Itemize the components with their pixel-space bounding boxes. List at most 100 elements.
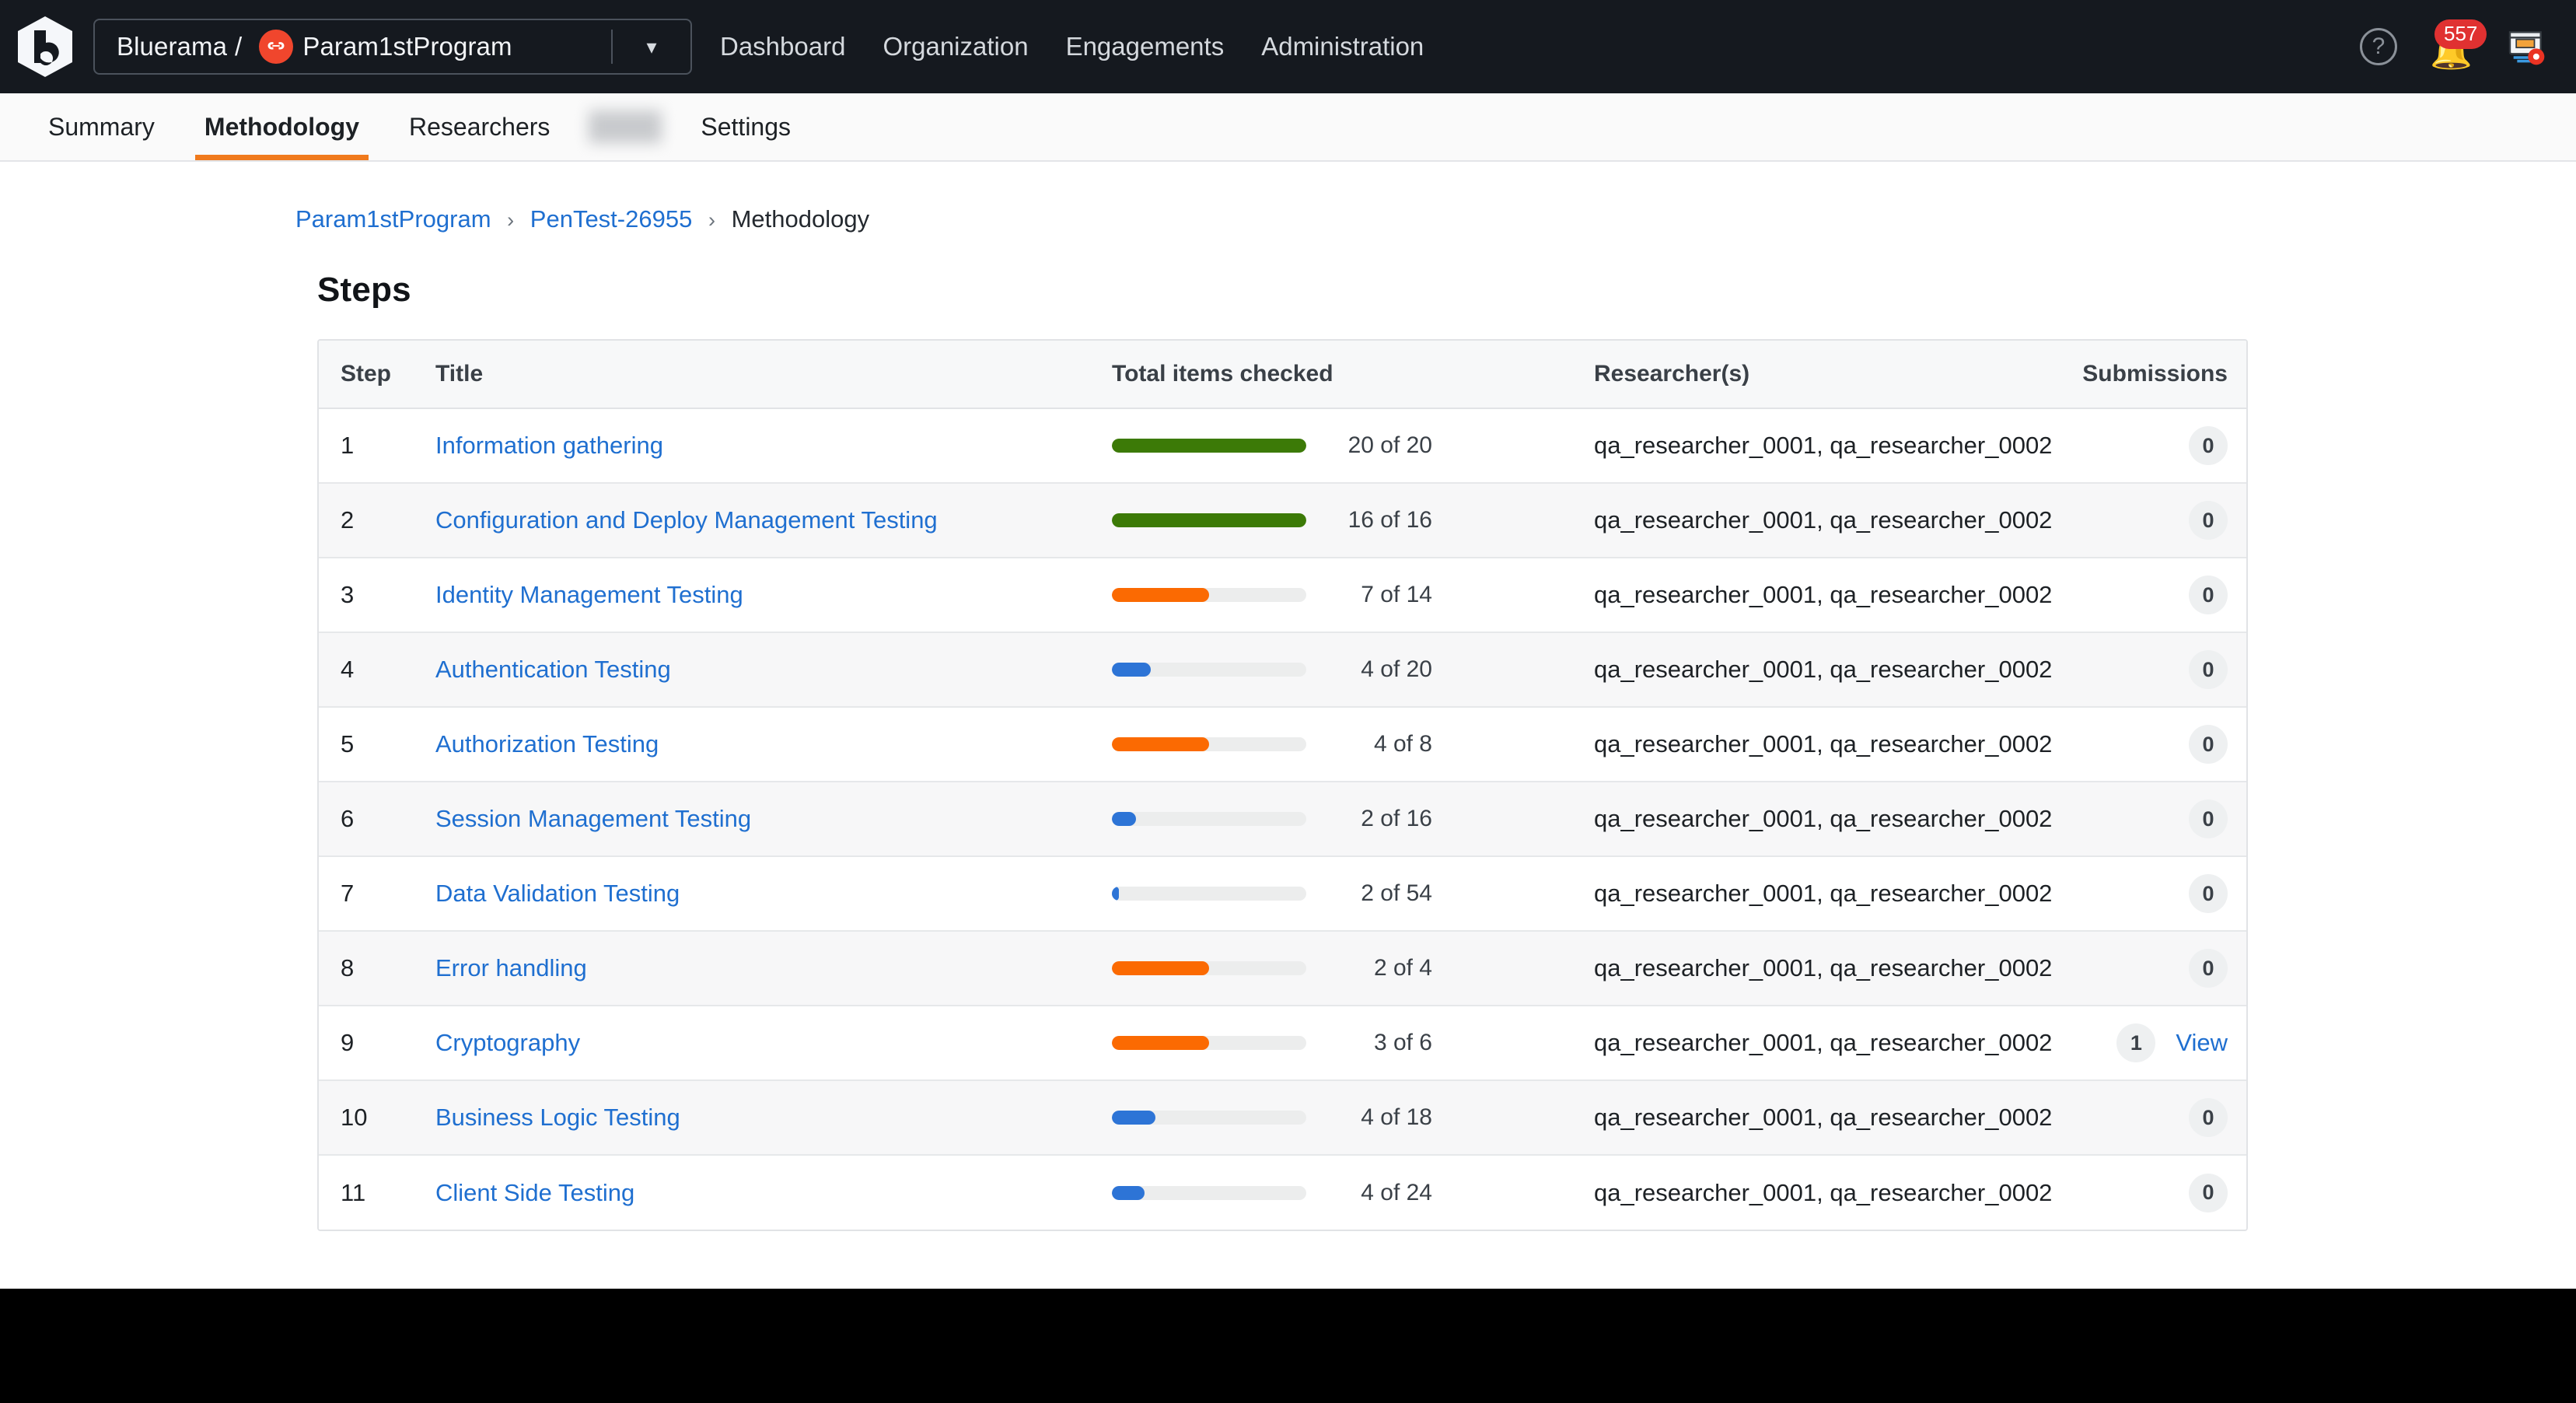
table-row: 3 Identity Management Testing 7 of 14 qa_re… xyxy=(319,558,2246,633)
nav-organization[interactable]: Organization xyxy=(883,32,1028,61)
chevron-down-icon[interactable]: ▾ xyxy=(613,35,690,59)
breadcrumb-separator: › xyxy=(708,208,715,232)
progress-cell: 3 of 6 xyxy=(1112,1030,1594,1056)
steps-table-body: 1 Information gathering 20 of 20 qa_researc… xyxy=(319,408,2246,1230)
progress-cell: 4 of 20 xyxy=(1112,656,1594,683)
bugcrowd-hexagon-logo[interactable] xyxy=(16,15,75,79)
tab-settings[interactable]: Settings xyxy=(676,93,816,160)
progress-cell: 4 of 24 xyxy=(1112,1180,1594,1206)
submissions-count-badge: 0 xyxy=(2189,874,2228,913)
step-title-link[interactable]: Authorization Testing xyxy=(435,730,659,757)
progress-label: 2 of 16 xyxy=(1361,806,1432,831)
breadcrumb-item-engagement[interactable]: PenTest-26955 xyxy=(530,205,693,233)
step-title-link[interactable]: Configuration and Deploy Management Test… xyxy=(435,506,938,534)
topbar-actions: ? 557 🔔 xyxy=(2360,19,2548,69)
view-submissions-link[interactable]: View xyxy=(2176,1029,2228,1057)
progress-label: 4 of 18 xyxy=(1361,1104,1432,1130)
tab-methodology[interactable]: Methodology xyxy=(180,93,384,160)
step-title-link[interactable]: Cryptography xyxy=(435,1029,580,1056)
submissions-count-badge: 0 xyxy=(2189,1098,2228,1137)
progress-bar-fill xyxy=(1112,961,1209,975)
nav-dashboard[interactable]: Dashboard xyxy=(720,32,845,61)
step-title-link[interactable]: Information gathering xyxy=(435,432,663,459)
progress-bar-track xyxy=(1112,1111,1306,1125)
cell-step: 6 xyxy=(319,782,435,857)
progress-label: 4 of 8 xyxy=(1373,731,1432,757)
submissions-cell: 1 View xyxy=(2076,1023,2228,1062)
cell-researchers: qa_researcher_0001, qa_researcher_0002 xyxy=(1594,632,2076,708)
breadcrumb-item-program[interactable]: Param1stProgram xyxy=(295,205,491,233)
column-header-step: Step xyxy=(319,341,435,409)
cell-step: 11 xyxy=(319,1155,435,1230)
table-row: 1 Information gathering 20 of 20 qa_researc… xyxy=(319,408,2246,484)
nav-engagements[interactable]: Engagements xyxy=(1066,32,1225,61)
top-navigation-bar: Bluerama / Param1stProgram ▾ Dashboard O… xyxy=(0,0,2576,93)
nav-administration[interactable]: Administration xyxy=(1261,32,1424,61)
breadcrumb: Param1stProgram › PenTest-26955 › Method… xyxy=(295,205,2576,233)
step-title-link[interactable]: Session Management Testing xyxy=(435,805,751,832)
cell-step: 3 xyxy=(319,558,435,633)
submissions-cell: 0 xyxy=(2076,1173,2228,1212)
progress-bar-track xyxy=(1112,439,1306,453)
step-title-link[interactable]: Data Validation Testing xyxy=(435,880,680,907)
step-title-link[interactable]: Client Side Testing xyxy=(435,1179,634,1206)
progress-label: 2 of 54 xyxy=(1361,880,1432,906)
redacted-label-blur xyxy=(589,110,662,143)
table-header-row: Step Title Total items checked Researche… xyxy=(319,341,2246,409)
step-title-link[interactable]: Identity Management Testing xyxy=(435,581,743,608)
main-nav: Dashboard Organization Engagements Admin… xyxy=(720,32,1424,61)
cell-researchers: qa_researcher_0001, qa_researcher_0002 xyxy=(1594,1080,2076,1156)
column-header-progress: Total items checked xyxy=(1112,341,1594,409)
cell-step: 7 xyxy=(319,856,435,932)
submissions-count-badge: 0 xyxy=(2189,650,2228,689)
step-title-link[interactable]: Authentication Testing xyxy=(435,656,671,683)
step-title-link[interactable]: Business Logic Testing xyxy=(435,1104,680,1131)
tab-redacted[interactable] xyxy=(575,93,676,160)
progress-label: 4 of 20 xyxy=(1361,656,1432,682)
org-program-switcher[interactable]: Bluerama / Param1stProgram ▾ xyxy=(93,19,692,75)
submissions-count-badge: 0 xyxy=(2189,576,2228,614)
browser-settings-gear-icon[interactable] xyxy=(2504,25,2548,68)
page-title: Steps xyxy=(317,271,411,309)
progress-label: 7 of 14 xyxy=(1361,582,1432,607)
progress-label: 3 of 6 xyxy=(1373,1030,1432,1055)
org-separator: / xyxy=(235,32,243,61)
tab-summary[interactable]: Summary xyxy=(23,93,180,160)
step-title-link[interactable]: Error handling xyxy=(435,954,587,981)
table-row: 4 Authentication Testing 4 of 20 qa_researc… xyxy=(319,632,2246,708)
cell-researchers: qa_researcher_0001, qa_researcher_0002 xyxy=(1594,707,2076,782)
submissions-cell: 0 xyxy=(2076,576,2228,614)
table-row: 5 Authorization Testing 4 of 8 qa_researche… xyxy=(319,707,2246,782)
question-mark-help-icon[interactable]: ? xyxy=(2360,28,2397,65)
progress-bar-fill xyxy=(1112,812,1137,826)
progress-bar-track xyxy=(1112,737,1306,751)
progress-cell: 4 of 8 xyxy=(1112,731,1594,757)
breadcrumb-item-current: Methodology xyxy=(731,205,870,233)
notifications-button[interactable]: 557 🔔 xyxy=(2428,19,2487,69)
table-row: 11 Client Side Testing 4 of 24 qa_researche… xyxy=(319,1155,2246,1230)
progress-bar-fill xyxy=(1112,663,1151,677)
cell-researchers: qa_researcher_0001, qa_researcher_0002 xyxy=(1594,931,2076,1006)
tab-researchers[interactable]: Researchers xyxy=(384,93,575,160)
progress-bar-fill xyxy=(1112,1185,1145,1200)
progress-cell: 2 of 16 xyxy=(1112,806,1594,832)
progress-bar-track xyxy=(1112,513,1306,527)
table-row: 9 Cryptography 3 of 6 qa_researcher_0001, q… xyxy=(319,1006,2246,1081)
cell-researchers: qa_researcher_0001, qa_researcher_0002 xyxy=(1594,483,2076,558)
table-row: 10 Business Logic Testing 4 of 18 qa_resear… xyxy=(319,1080,2246,1156)
submissions-cell: 0 xyxy=(2076,426,2228,465)
table-row: 8 Error handling 2 of 4 qa_researcher_0001,… xyxy=(319,931,2246,1006)
column-header-submissions: Submissions xyxy=(2076,341,2246,409)
progress-bar-track xyxy=(1112,588,1306,602)
progress-bar-track xyxy=(1112,812,1306,826)
cell-step: 10 xyxy=(319,1080,435,1156)
program-avatar-icon xyxy=(259,30,294,64)
submissions-count-badge: 0 xyxy=(2189,426,2228,465)
cell-researchers: qa_researcher_0001, qa_researcher_0002 xyxy=(1594,856,2076,932)
column-header-title: Title xyxy=(435,341,1112,409)
progress-bar-fill xyxy=(1112,737,1209,751)
cell-researchers: qa_researcher_0001, qa_researcher_0002 xyxy=(1594,1006,2076,1081)
progress-label: 16 of 16 xyxy=(1347,507,1432,533)
submissions-count-badge: 0 xyxy=(2189,501,2228,540)
submissions-cell: 0 xyxy=(2076,650,2228,689)
